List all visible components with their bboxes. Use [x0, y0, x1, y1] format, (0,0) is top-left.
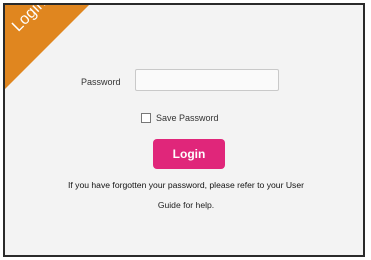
password-field[interactable] [135, 69, 279, 91]
password-label: Password [81, 77, 121, 87]
help-text-line-1: If you have forgotten your password, ple… [68, 180, 304, 190]
save-password-label[interactable]: Save Password [156, 113, 219, 123]
login-button[interactable]: Login [153, 139, 225, 169]
save-password-row[interactable]: Save Password [141, 111, 219, 125]
help-text-line-2: Guide for help. [157, 200, 215, 210]
save-password-checkbox[interactable] [141, 113, 151, 123]
login-panel: Login Password Save Password Login If yo… [3, 3, 365, 257]
